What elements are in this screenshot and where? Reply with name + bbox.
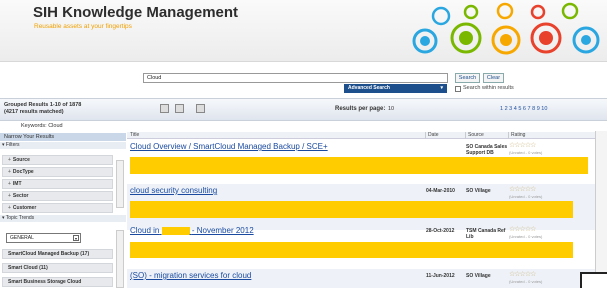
result-source: TSM Canada Ref Lib	[466, 228, 506, 240]
filters-header[interactable]: ▾ Filters	[0, 142, 126, 149]
result-title-part: - November 2012	[191, 226, 254, 235]
result-title-link[interactable]: Cloud in - November 2012	[130, 226, 254, 235]
result-date: 04-Mar-2010	[426, 188, 455, 194]
plus-icon: +	[8, 193, 11, 199]
save-icon[interactable]	[175, 104, 184, 113]
redaction-block	[130, 201, 573, 218]
facet-label: Source	[12, 157, 30, 163]
result-date: 28-Oct-2012	[426, 228, 455, 234]
column-title[interactable]: Title	[128, 132, 139, 139]
result-title-link[interactable]: cloud security consulting	[130, 186, 217, 195]
advanced-search-dropdown[interactable]: Advanced Search ▾	[344, 84, 447, 93]
topic-category-value: GENERAL	[10, 235, 34, 241]
facet-label: DocType	[12, 169, 34, 175]
column-date[interactable]: Date	[425, 132, 465, 139]
pagination[interactable]: 1 2 3 4 5 6 7 8 9 10	[500, 106, 547, 112]
result-source: SO Village	[466, 273, 491, 279]
star-rating-icon[interactable]: ☆☆☆☆☆	[509, 225, 536, 233]
results-per-page-label: Results per page:	[335, 106, 386, 112]
corner-overlay	[580, 272, 607, 288]
result-date: 11-Jun-2012	[426, 273, 455, 279]
result-title-link[interactable]: (SO) - migration services for cloud	[130, 271, 251, 280]
redaction-block	[130, 157, 588, 174]
trend-item[interactable]: Smart Cloud (11)	[2, 263, 113, 273]
facet-imt[interactable]: + IMT	[2, 179, 113, 189]
facet-label: IMT	[12, 181, 22, 187]
result-row: (SO) - migration services for cloud 11-J…	[127, 269, 595, 288]
sidebar-scrollbar[interactable]	[116, 160, 124, 208]
search-within-checkbox[interactable]	[455, 86, 461, 92]
search-input[interactable]: Cloud	[143, 73, 448, 83]
search-row: Cloud Advanced Search ▾ Search Clear Sea…	[0, 62, 607, 98]
chevron-down-icon: ▾	[440, 85, 443, 91]
print-icon[interactable]	[160, 104, 169, 113]
plus-icon: +	[8, 181, 11, 187]
sidebar: Narrow Your Results ▾ Filters + Source + D…	[0, 131, 126, 288]
trend-item[interactable]: Smart Business Storage Cloud	[2, 277, 113, 287]
results-bar: Grouped Results 1-10 of 1878 (4217 resul…	[0, 98, 607, 121]
star-rating-icon[interactable]: ☆☆☆☆☆	[509, 141, 536, 149]
column-rating[interactable]: Rating	[508, 132, 568, 139]
search-button[interactable]: Search	[455, 73, 480, 83]
rating-text: (Unrated - 0 votes)	[509, 150, 543, 155]
results-table: Title Date Source Rating Cloud Overview …	[127, 131, 595, 288]
star-rating-icon[interactable]: ☆☆☆☆☆	[509, 270, 536, 278]
rating-text: (Unrated - 0 votes)	[509, 279, 543, 284]
plus-icon: +	[8, 205, 11, 211]
facet-sector[interactable]: + Sector	[2, 191, 113, 201]
column-source[interactable]: Source	[465, 132, 508, 139]
rating-text: (Unrated - 0 votes)	[509, 194, 543, 199]
result-title-part: Cloud in	[130, 226, 160, 235]
grouped-results-count: Grouped Results 1-10 of 1878	[4, 102, 82, 108]
star-rating-icon[interactable]: ☆☆☆☆☆	[509, 185, 536, 193]
result-source: SO Village	[466, 188, 491, 194]
plus-icon: +	[8, 157, 11, 163]
results-matched-count: (4217 results matched)	[4, 109, 64, 115]
search-within-label: Search within results	[463, 85, 514, 91]
export-icon[interactable]	[196, 104, 205, 113]
advanced-search-label: Advanced Search	[348, 85, 390, 91]
trends-scrollbar[interactable]	[116, 230, 124, 288]
facet-source[interactable]: + Source	[2, 155, 113, 165]
redaction-block	[130, 242, 573, 258]
column-headers: Title Date Source Rating	[127, 132, 595, 139]
narrow-results-header: Narrow Your Results	[0, 133, 126, 141]
result-title-link[interactable]: Cloud Overview / SmartCloud Managed Back…	[130, 142, 328, 151]
keywords-label: Keywords: Cloud	[21, 123, 63, 129]
plus-icon: +	[8, 169, 11, 175]
results-scrollbar[interactable]	[595, 131, 607, 288]
redaction-block	[161, 226, 190, 235]
chevron-down-icon: ▾	[73, 235, 79, 241]
app-header: SIH Knowledge Management Reusable assets…	[0, 0, 607, 62]
trend-item[interactable]: SmartCloud Managed Backup (17)	[2, 249, 113, 259]
clear-button[interactable]: Clear	[483, 73, 504, 83]
topic-trends-header[interactable]: ▾ Topic Trends	[0, 215, 126, 222]
result-source: SO Canada Sales Support DB	[466, 144, 508, 156]
topic-category-select[interactable]: GENERAL ▾	[6, 233, 81, 243]
logo-circles-icon	[412, 2, 600, 55]
rating-text: (Unrated - 0 votes)	[509, 234, 543, 239]
results-per-page-select[interactable]: 10	[388, 106, 394, 112]
facet-doctype[interactable]: + DocType	[2, 167, 113, 177]
facet-customer[interactable]: + Customer	[2, 203, 113, 213]
facet-label: Customer	[12, 205, 37, 211]
facet-label: Sector	[12, 193, 29, 199]
